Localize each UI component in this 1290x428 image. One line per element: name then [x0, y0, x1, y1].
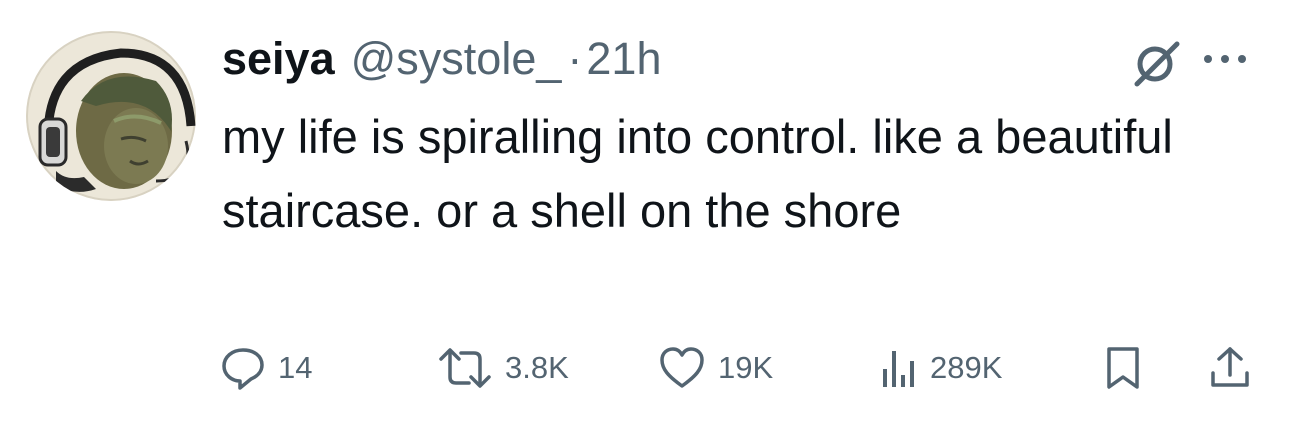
more-button[interactable]	[1196, 44, 1256, 74]
avatar[interactable]	[26, 31, 196, 201]
timestamp[interactable]: 21h	[586, 33, 661, 85]
action-bar: 14 3.8K 19K 289K	[0, 340, 1290, 396]
views-icon	[883, 351, 914, 387]
retweet-count: 3.8K	[505, 350, 569, 385]
heart-icon	[660, 347, 704, 388]
bookmark-icon	[1107, 347, 1139, 389]
reply-count: 14	[278, 350, 313, 385]
share-icon	[1211, 347, 1249, 387]
share-button[interactable]	[1207, 340, 1253, 396]
author-handle[interactable]: @systole_	[351, 33, 562, 85]
bookmark-button[interactable]	[1100, 340, 1146, 396]
separator-dot: ·	[567, 33, 583, 84]
views-count: 289K	[930, 350, 1003, 385]
reply-button[interactable]: 14	[220, 340, 312, 396]
author-name[interactable]: seiya	[222, 33, 335, 85]
reply-icon	[222, 348, 264, 390]
retweet-button[interactable]: 3.8K	[437, 340, 569, 396]
retweet-icon	[439, 348, 491, 388]
like-button[interactable]: 19K	[658, 340, 773, 396]
grok-icon	[1134, 41, 1180, 87]
like-count: 19K	[718, 350, 774, 385]
tweet-text: my life is spiralling into control. like…	[222, 110, 1173, 237]
tweet-header: seiya @systole_ · 21h	[222, 33, 661, 89]
more-icon	[1204, 55, 1246, 63]
views-button[interactable]: 289K	[878, 340, 1002, 396]
avatar-image	[26, 31, 196, 201]
grok-button[interactable]	[1131, 36, 1183, 88]
